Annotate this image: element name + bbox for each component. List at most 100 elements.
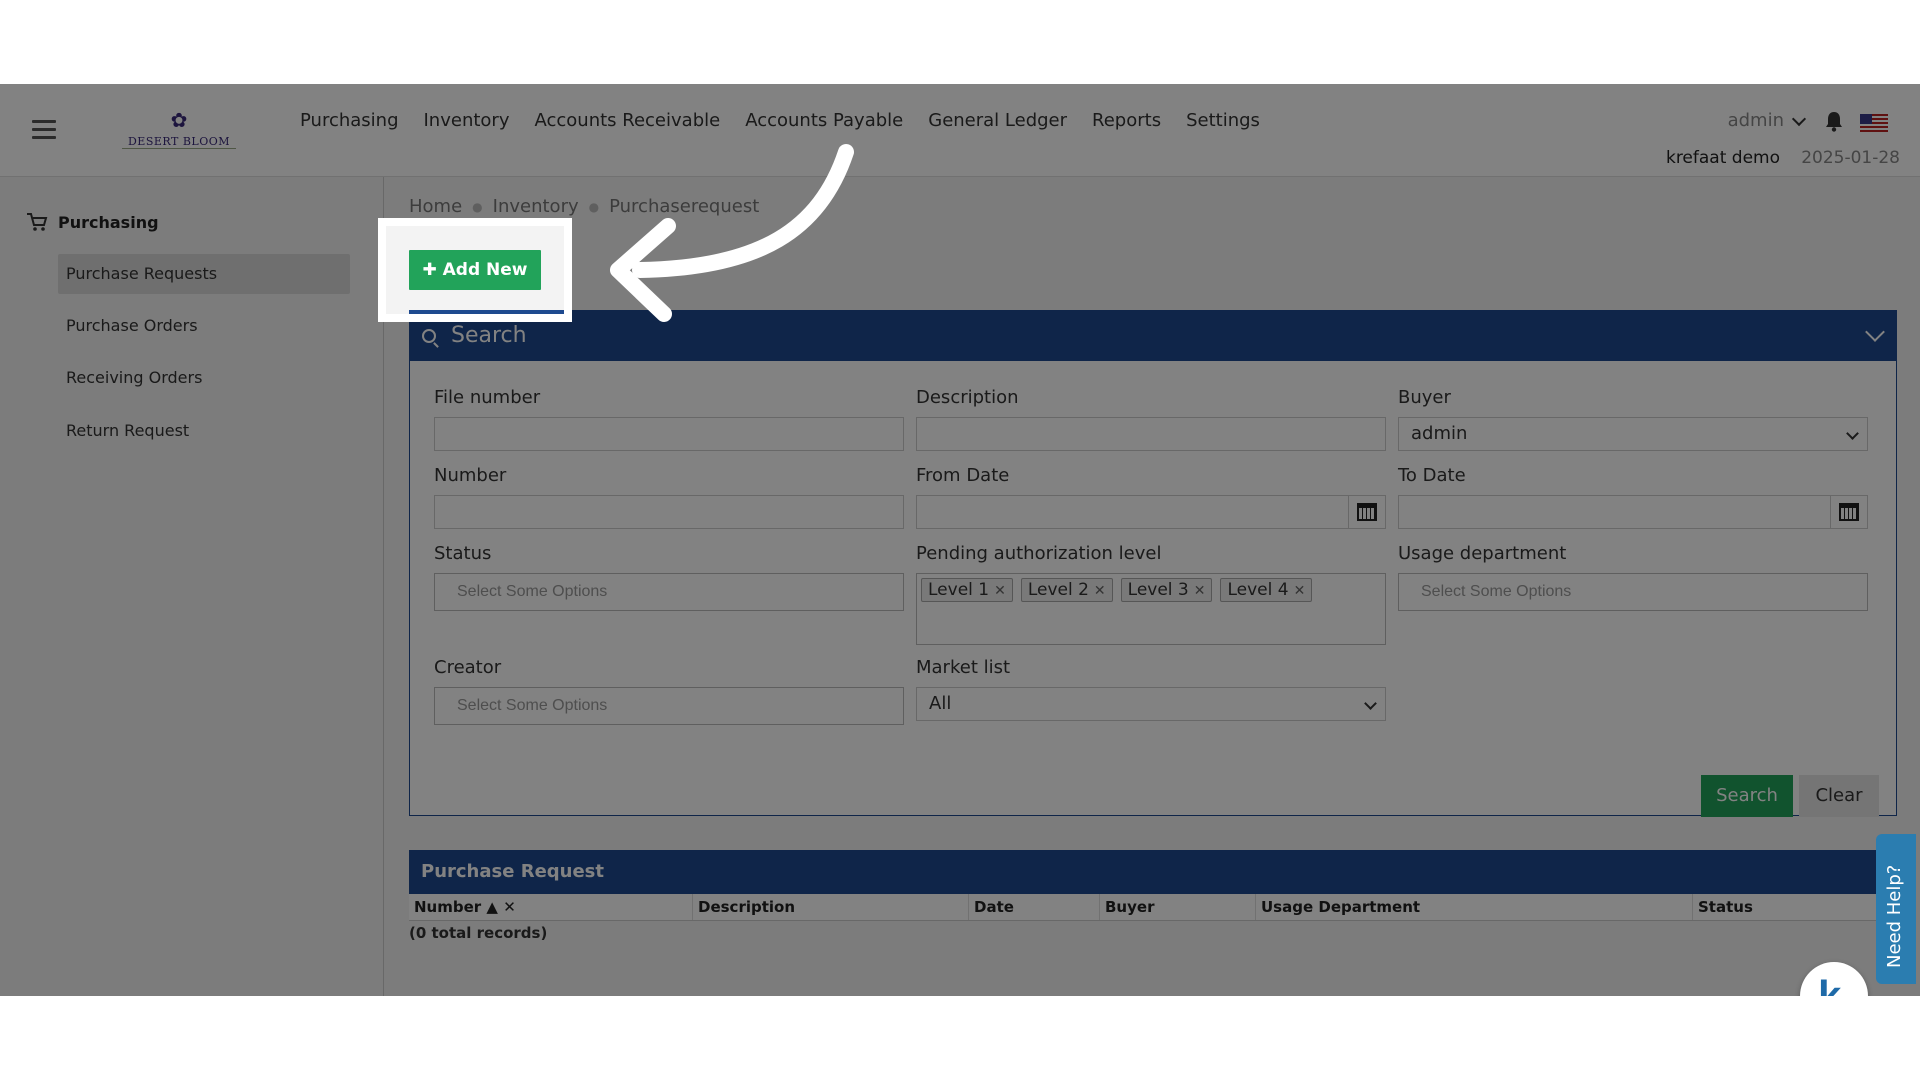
sidebar-section-purchasing[interactable]: Purchasing: [26, 212, 159, 232]
chevron-down-icon: [1846, 427, 1859, 440]
grid-title: Purchase Request: [409, 850, 1895, 894]
search-panel-header[interactable]: Search: [410, 311, 1896, 361]
level-tag-label: Level 4: [1227, 580, 1289, 600]
market-list-value: All: [929, 693, 952, 714]
need-help-tab[interactable]: Need Help?: [1876, 834, 1916, 984]
app-frame: ✿ DESERT BLOOM Purchasing Inventory Acco…: [0, 84, 1920, 996]
status-label: Status: [434, 543, 492, 564]
calendar-icon: [1357, 503, 1377, 521]
nav-accounts-receivable[interactable]: Accounts Receivable: [534, 110, 720, 131]
breadcrumb-current: Purchaserequest: [609, 196, 760, 217]
buyer-select[interactable]: admin: [1398, 417, 1868, 451]
search-panel-title: Search: [451, 323, 527, 348]
usage-department-label: Usage department: [1398, 543, 1567, 564]
level-tag-label: Level 1: [928, 580, 990, 600]
records-count: (0 total records): [409, 924, 548, 942]
add-new-label: Add New: [442, 260, 528, 280]
company-logo[interactable]: ✿ DESERT BLOOM: [108, 110, 250, 154]
column-divider: [968, 894, 969, 920]
search-panel: Search File number Description Buyer adm…: [409, 310, 1897, 817]
to-date-input[interactable]: [1398, 495, 1868, 529]
column-description[interactable]: Description: [698, 898, 795, 916]
remove-tag-icon[interactable]: ✕: [994, 583, 1006, 599]
from-date-input[interactable]: [916, 495, 1386, 529]
number-input[interactable]: [434, 495, 904, 529]
main-nav: Purchasing Inventory Accounts Receivable…: [300, 110, 1260, 131]
nav-general-ledger[interactable]: General Ledger: [928, 110, 1067, 131]
calendar-button[interactable]: [1830, 496, 1867, 528]
nav-reports[interactable]: Reports: [1092, 110, 1161, 131]
pending-level-label: Pending authorization level: [916, 543, 1162, 564]
nav-purchasing[interactable]: Purchasing: [300, 110, 399, 131]
column-divider: [692, 894, 693, 920]
column-buyer[interactable]: Buyer: [1105, 898, 1154, 916]
assistant-logo-icon: k: [1818, 972, 1842, 996]
column-divider: [1099, 894, 1100, 920]
clear-button[interactable]: Clear: [1799, 775, 1879, 817]
buyer-value: admin: [1411, 423, 1468, 444]
breadcrumb-separator: ●: [588, 199, 600, 214]
sidebar-item-purchase-orders[interactable]: Purchase Orders: [58, 306, 350, 346]
file-number-input[interactable]: [434, 417, 904, 451]
search-icon: [422, 329, 436, 343]
sidebar: Purchasing Purchase Requests Purchase Or…: [0, 177, 384, 996]
market-list-label: Market list: [916, 657, 1011, 678]
level-tag-label: Level 3: [1127, 580, 1189, 600]
column-usage-department[interactable]: Usage Department: [1261, 898, 1420, 916]
sidebar-item-receiving-orders[interactable]: Receiving Orders: [58, 358, 350, 398]
chevron-down-icon: [1791, 111, 1807, 126]
search-button[interactable]: Search: [1701, 775, 1793, 817]
flower-logo-icon: ✿: [170, 108, 188, 132]
hamburger-menu-icon[interactable]: [32, 120, 56, 139]
cart-icon: [27, 213, 48, 231]
file-number-label: File number: [434, 387, 541, 408]
assistant-launcher[interactable]: k 2: [1800, 962, 1868, 996]
bell-icon[interactable]: [1824, 110, 1844, 132]
creator-label: Creator: [434, 657, 502, 678]
sidebar-item-return-request[interactable]: Return Request: [58, 411, 350, 451]
calendar-button[interactable]: [1348, 496, 1385, 528]
level-tag: Level 2 ✕: [1020, 578, 1113, 602]
need-help-label: Need Help?: [1884, 864, 1905, 968]
column-date[interactable]: Date: [974, 898, 1014, 916]
top-header: ✿ DESERT BLOOM Purchasing Inventory Acco…: [0, 84, 1920, 177]
buyer-label: Buyer: [1398, 387, 1451, 408]
breadcrumb-separator: ●: [472, 199, 483, 214]
level-tag: Level 3 ✕: [1120, 578, 1213, 602]
description-input[interactable]: [916, 417, 1386, 451]
chevron-down-icon[interactable]: [1865, 322, 1885, 342]
company-name: krefaat demo: [1665, 148, 1780, 168]
description-label: Description: [916, 387, 1019, 408]
column-status[interactable]: Status: [1698, 898, 1753, 916]
chevron-down-icon: [1364, 697, 1377, 710]
breadcrumb-home[interactable]: Home: [409, 196, 462, 217]
remove-tag-icon[interactable]: ✕: [1294, 583, 1306, 599]
remove-tag-icon[interactable]: ✕: [1094, 583, 1106, 599]
us-flag-icon[interactable]: [1860, 114, 1888, 132]
from-date-label: From Date: [916, 465, 1010, 486]
column-divider: [1255, 894, 1256, 920]
plus-icon: ✚: [422, 260, 437, 280]
clear-sort-icon[interactable]: ✕: [503, 898, 516, 916]
calendar-icon: [1839, 503, 1859, 521]
nav-settings[interactable]: Settings: [1186, 110, 1260, 131]
system-date: 2025-01-28: [1801, 148, 1900, 168]
level-tag: Level 4 ✕: [1220, 578, 1313, 602]
creator-multiselect[interactable]: Select Some Options: [434, 687, 904, 725]
remove-tag-icon[interactable]: ✕: [1194, 583, 1206, 599]
breadcrumb-inventory[interactable]: Inventory: [493, 196, 579, 217]
column-number-label: Number: [414, 898, 482, 916]
column-number[interactable]: Number ▲ ✕: [414, 898, 516, 916]
add-new-button[interactable]: ✚ Add New: [409, 250, 541, 290]
nav-accounts-payable[interactable]: Accounts Payable: [745, 110, 903, 131]
market-list-select[interactable]: All: [916, 687, 1386, 721]
user-menu[interactable]: admin: [1728, 110, 1807, 131]
nav-inventory[interactable]: Inventory: [424, 110, 510, 131]
to-date-label: To Date: [1398, 465, 1466, 486]
pending-level-multiselect[interactable]: Level 1 ✕ Level 2 ✕ Level 3 ✕ Level 4 ✕: [916, 573, 1386, 645]
sidebar-item-purchase-requests[interactable]: Purchase Requests: [58, 254, 350, 294]
usage-department-multiselect[interactable]: Select Some Options: [1398, 573, 1868, 611]
column-divider: [1692, 894, 1693, 920]
status-multiselect[interactable]: Select Some Options: [434, 573, 904, 611]
sort-asc-icon: ▲: [486, 898, 498, 916]
